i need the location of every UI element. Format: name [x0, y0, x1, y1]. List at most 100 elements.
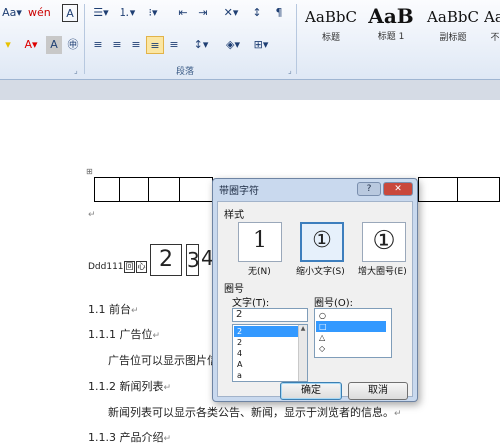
text-list[interactable]: 2 2 4 A a ▲: [232, 324, 308, 382]
enclose-characters-dialog: 带圈字符 ? ✕ 样式 1 ① ① 无(N) 缩小文字(S) 增大圈号(E) 圈…: [212, 178, 418, 402]
phonetic-guide-button[interactable]: wén: [28, 4, 51, 22]
list-item[interactable]: ◇: [316, 343, 386, 354]
table-cell[interactable]: [457, 177, 500, 202]
table-cell[interactable]: [148, 177, 180, 202]
shading-button[interactable]: ◈▾: [222, 36, 244, 54]
paragraph-dialog-launcher-icon[interactable]: ⌟: [288, 66, 292, 75]
table-move-handle-icon[interactable]: ⊞: [86, 167, 93, 176]
paragraph-mark: ↵: [131, 306, 139, 316]
borders-button[interactable]: ⊞▾: [250, 36, 272, 54]
style-sample: AaBbC: [305, 8, 357, 26]
enclosed-char-large: 3: [186, 244, 199, 276]
distributed-button[interactable]: ≡: [166, 36, 182, 54]
sort-button[interactable]: ↕: [248, 4, 266, 22]
paragraph-group-label: 段落: [176, 67, 195, 77]
style-name: 标题 1: [377, 32, 405, 42]
font-color-button[interactable]: A▾: [20, 36, 42, 54]
line-text: 1.1.3 产品介绍: [88, 431, 164, 444]
paragraph-mark: ↵: [394, 409, 402, 419]
group-separator: [84, 4, 85, 74]
ok-button[interactable]: 确定: [280, 382, 342, 400]
style-heading-1[interactable]: AaB 标题 1: [362, 2, 420, 48]
enclosure-section-label: 圈号: [224, 284, 244, 295]
numbering-button[interactable]: ⒈▾: [116, 4, 138, 22]
heading-1-1: 1.1 前台↵: [88, 301, 139, 317]
list-item[interactable]: ○: [316, 310, 386, 321]
cancel-button[interactable]: 取消: [348, 382, 408, 400]
style-name: 标题: [321, 33, 340, 43]
option-glyph: 1: [253, 228, 267, 253]
align-right-button[interactable]: ≡: [128, 36, 144, 54]
line-text: 新闻列表可以显示各类公告、新闻，显示于浏览者的信息。: [108, 406, 394, 419]
line-text: 1.1.1 广告位: [88, 328, 153, 341]
option-caption: 增大圈号(E): [358, 267, 407, 277]
table-cell[interactable]: [179, 177, 213, 202]
style-subtitle[interactable]: AaBbC 副标题: [424, 2, 482, 48]
line-spacing-button[interactable]: ↕▾: [190, 36, 212, 54]
chinese-layout-button[interactable]: ✕▾: [220, 4, 242, 22]
group-separator: [296, 4, 297, 74]
line-text: 1.1.2 新闻列表: [88, 380, 164, 393]
list-item[interactable]: 2: [234, 337, 298, 348]
table-cell[interactable]: [94, 177, 120, 202]
document-gutter: [0, 80, 500, 100]
list-item[interactable]: △: [316, 332, 386, 343]
body-paragraph: 新闻列表可以显示各类公告、新闻，显示于浏览者的信息。↵: [108, 404, 402, 420]
table-cell[interactable]: [119, 177, 149, 202]
option-glyph: ①: [372, 226, 396, 256]
decrease-indent-button[interactable]: ⇤: [174, 4, 192, 22]
style-title[interactable]: AaBbC 标题: [302, 2, 360, 48]
justify-button[interactable]: ≡: [146, 36, 164, 54]
dialog-body: 样式 1 ① ① 无(N) 缩小文字(S) 增大圈号(E) 圈号 文字(T): …: [217, 201, 413, 400]
list-item[interactable]: □: [316, 321, 386, 332]
text-input[interactable]: 2: [232, 308, 308, 322]
body-paragraph: 广告位可以显示图片信: [108, 354, 212, 367]
enclose-characters-button[interactable]: ㊥: [64, 36, 82, 54]
ribbon: Aa▾ wén A ☰▾ ⒈▾ ⁝▾ ⇤ ⇥ ✕▾ ↕ ¶ ▾ A▾ A ㊥ ≡…: [0, 0, 500, 80]
text-field-label: 文字(T):: [232, 298, 270, 309]
help-button[interactable]: ?: [357, 182, 381, 196]
list-item[interactable]: 4: [234, 348, 298, 359]
heading-1-1-1: 1.1.1 广告位↵: [88, 326, 160, 342]
style-section-label: 样式: [224, 210, 244, 221]
ddd-text: Ddd111: [88, 262, 124, 272]
align-left-button[interactable]: ≡: [90, 36, 106, 54]
paragraph-mark: ↵: [163, 434, 172, 444]
style-sample: AaBbC: [484, 8, 500, 26]
list-item[interactable]: A: [234, 359, 298, 370]
list-item[interactable]: a: [234, 370, 298, 381]
multilevel-list-button[interactable]: ⁝▾: [142, 4, 164, 22]
center-button[interactable]: ≡: [109, 36, 125, 54]
style-enlarge-symbol-option[interactable]: ①: [362, 222, 406, 262]
enclosure-list-label: 圈号(O):: [314, 298, 354, 309]
heading-1-1-3: 1.1.3 产品介绍↵: [88, 429, 171, 445]
text-list-scrollbar[interactable]: ▲: [298, 325, 307, 381]
paragraph-mark: ↵: [163, 383, 172, 393]
character-border-button[interactable]: A: [62, 4, 78, 22]
option-caption: 缩小文字(S): [296, 267, 345, 277]
show-marks-button[interactable]: ¶: [270, 4, 288, 22]
paragraph-mark: ↵: [152, 331, 161, 341]
style-name: 副标题: [439, 33, 467, 43]
option-caption: 无(N): [248, 267, 271, 277]
character-shading-button[interactable]: A: [46, 36, 62, 54]
style-sample: AaB: [368, 4, 414, 28]
table-cell[interactable]: [418, 177, 458, 202]
text-highlight-button[interactable]: ▾: [0, 36, 16, 54]
option-glyph: ①: [312, 228, 332, 253]
enclosed-char: 回: [124, 261, 135, 273]
change-case-button[interactable]: Aa▾: [0, 4, 24, 22]
font-dialog-launcher-icon[interactable]: ⌟: [74, 66, 78, 75]
close-button[interactable]: ✕: [383, 182, 413, 196]
style-shrink-text-option[interactable]: ①: [300, 222, 344, 262]
enclosure-list[interactable]: ○ □ △ ◇: [314, 308, 392, 358]
bullets-button[interactable]: ☰▾: [90, 4, 112, 22]
list-item[interactable]: 2: [234, 326, 298, 337]
style-name: 不明显: [490, 33, 500, 43]
increase-indent-button[interactable]: ⇥: [194, 4, 212, 22]
style-none-option[interactable]: 1: [238, 222, 282, 262]
style-sample: AaBbC: [427, 8, 479, 26]
style-subtle[interactable]: AaBbC 不明显: [484, 2, 500, 48]
dialog-title: 带圈字符: [219, 186, 259, 197]
paragraph-mark: ↵: [88, 210, 96, 220]
